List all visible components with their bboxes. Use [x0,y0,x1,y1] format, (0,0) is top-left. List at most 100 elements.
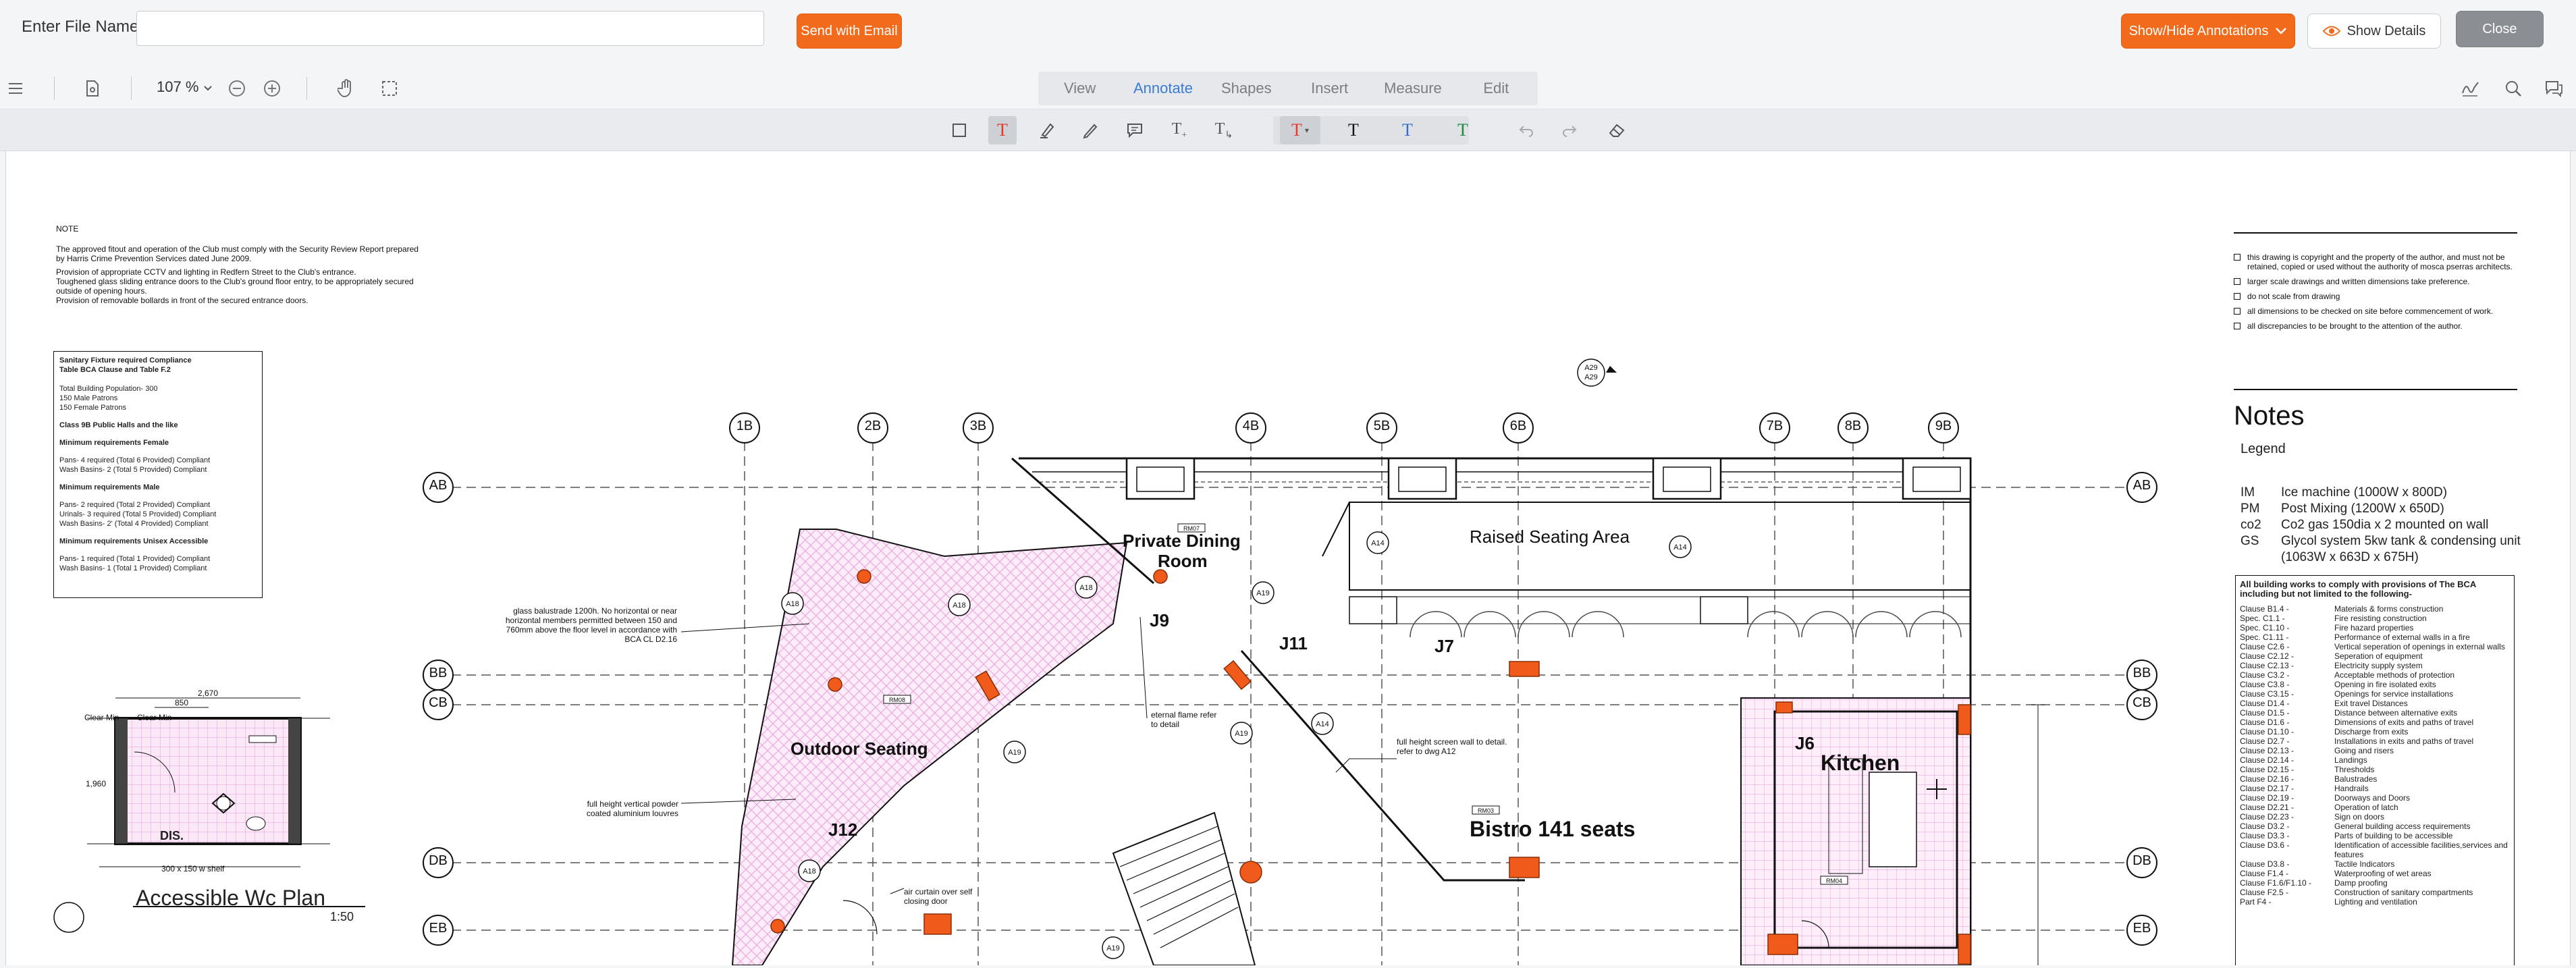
clause-heading: All building works to comply with provis… [2240,579,2476,599]
clause-desc: Balustrades [2334,774,2378,784]
clause-row: Clause D2.16 - Balustrades [2240,774,2510,784]
clause-code: Clause D2.19 - [2240,793,2295,803]
clause-desc: Identification of accessible facilities,… [2334,840,2508,859]
svg-text:A29: A29 [1584,364,1598,372]
clause-desc: Performance of external walls in a fire [2334,633,2470,642]
text-black-icon[interactable]: T [1339,116,1368,144]
text-color-dropdown[interactable]: T ▾ [1280,116,1320,144]
legend-row: PM Post Mixing (1200W x 650D) [2240,501,2521,517]
clause-desc: Handrails [2334,784,2369,793]
clause-row: Clause C3.2 - Acceptable methods of prote… [2240,670,2510,680]
tab-annotate[interactable]: Annotate [1121,72,1204,105]
clause-desc: Discharge from exits [2334,727,2409,736]
clause-code: Clause D2.16 - [2240,774,2295,784]
grid-label: BB [2132,666,2151,680]
clause-code: Clause D2.23 - [2240,812,2295,822]
marquee-select-icon[interactable] [377,76,402,101]
svg-text:RM04: RM04 [1826,878,1842,884]
clause-row: Clause D2.7 - Installations in exits and … [2240,736,2510,746]
highlighter-icon[interactable] [1033,116,1061,144]
clause-row: Part F4 - Lighting and ventilation [2240,897,2510,907]
clause-desc: Damp proofing [2334,878,2388,888]
grid-label: DB [429,853,448,868]
page-settings-icon[interactable] [80,76,105,101]
notes-divider [2234,389,2517,390]
clause-desc: Materials & forms construction [2334,604,2444,614]
grid-label: EB [429,921,448,936]
legend-code: IM [2240,485,2255,500]
grid-label: 7B [1766,419,1783,433]
clause-row: Spec. C1.11 - Performance of external wal… [2240,633,2510,642]
search-icon[interactable] [2500,76,2526,101]
show-details-button[interactable]: Show Details [2307,14,2441,49]
rectangle-tool-icon[interactable] [945,116,973,144]
clause-desc: Acceptable methods of protection [2334,670,2455,680]
signature-icon[interactable] [2457,76,2483,101]
zoom-out-icon[interactable] [224,76,250,101]
close-button[interactable]: Close [2456,11,2544,47]
bca-clauses-box: All building works to comply with provis… [2235,575,2515,965]
clause-desc: Vertical seperation of openings in exter… [2334,642,2505,651]
clause-desc: Going and risers [2334,746,2394,755]
clause-row: Clause D1.10 - Discharge from exits [2240,727,2510,736]
svg-text:A18: A18 [1079,584,1093,592]
redo-icon[interactable] [1555,116,1584,144]
file-name-input[interactable] [136,11,764,46]
send-email-button[interactable]: Send with Email [797,14,902,49]
text-green-icon[interactable]: T [1449,116,1477,144]
zoom-level-dropdown[interactable]: 107 % [157,78,213,96]
comments-panel-icon[interactable] [2541,76,2567,101]
svg-text:A14: A14 [1316,720,1329,728]
text-insert-icon[interactable]: T+ [1165,116,1193,144]
svg-text:A19: A19 [1256,589,1270,597]
zoom-in-icon[interactable] [259,76,285,101]
tab-edit[interactable]: Edit [1455,72,1538,105]
clause-code: Clause D2.21 - [2240,803,2295,812]
show-hide-annotations-button[interactable]: Show/Hide Annotations [2121,14,2295,49]
menu-icon[interactable] [3,76,28,101]
document-canvas[interactable]: NOTE The approved fitout and operation o… [5,151,2571,965]
eraser-icon[interactable] [1603,116,1631,144]
comment-tool-icon[interactable] [1121,116,1149,144]
clause-row: Spec. C1.1 - Fire resisting construction [2240,614,2510,623]
clause-row: Clause D2.14 - Landings [2240,755,2510,765]
legend-row: IM Ice machine (1000W x 800D) [2240,485,2521,501]
clause-code: Clause C3.8 - [2240,680,2290,689]
clause-row: Clause D2.19 - Doorways and Doors [2240,793,2510,803]
legend-desc: Glycol system 5kw tank & condensing unit [2281,534,2521,548]
pen-tool-icon[interactable] [1076,116,1104,144]
clause-code: Clause D1.10 - [2240,727,2295,736]
clause-code: Clause B1.4 - [2240,604,2289,614]
clause-row: Clause D2.15 - Thresholds [2240,765,2510,774]
clause-code: Spec. C1.11 - [2240,633,2289,642]
text-replace-icon[interactable]: T↳ [1210,116,1238,144]
clause-row: Clause F1.4 - Waterproofing of wet areas [2240,869,2510,878]
text-tool-icon[interactable]: T [988,116,1017,144]
clause-row: Clause B1.4 - Materials & forms construct… [2240,604,2510,614]
clause-desc: Parts of building to be accessible [2334,831,2453,840]
tab-shapes[interactable]: Shapes [1205,72,1288,105]
floor-plan-drawing: A14 A14A18 A19A18A18 A19A14A19 A18A19A29A… [423,358,2157,965]
room-label: J12 [828,819,858,840]
clause-code: Clause D2.17 - [2240,784,2295,793]
grid-label: EB [2132,921,2151,936]
clause-row: Clause C3.8 - Opening in fire isolated ex… [2240,680,2510,689]
clause-code: Clause F1.6/F1.10 - [2240,878,2312,888]
pan-hand-icon[interactable] [333,76,359,101]
tab-view[interactable]: View [1038,72,1121,105]
show-details-label: Show Details [2346,23,2426,38]
callout-air-curtain: air curtain over self closing door [904,887,973,906]
tab-measure[interactable]: Measure [1371,72,1454,105]
svg-text:A18: A18 [952,601,966,610]
separator [131,77,132,100]
grid-label: 3B [969,419,987,433]
legend-code: GS [2240,534,2259,548]
room-label: Outdoor Seating [790,738,928,759]
note-item-text: larger scale drawings and written dimens… [2247,277,2470,286]
undo-icon[interactable] [1512,116,1540,144]
text-blue-icon[interactable]: T [1393,116,1422,144]
clause-row: Clause D2.13 - Going and risers [2240,746,2510,755]
grid-label: CB [429,695,448,710]
clause-code: Part F4 - [2240,897,2272,907]
tab-insert[interactable]: Insert [1288,72,1371,105]
